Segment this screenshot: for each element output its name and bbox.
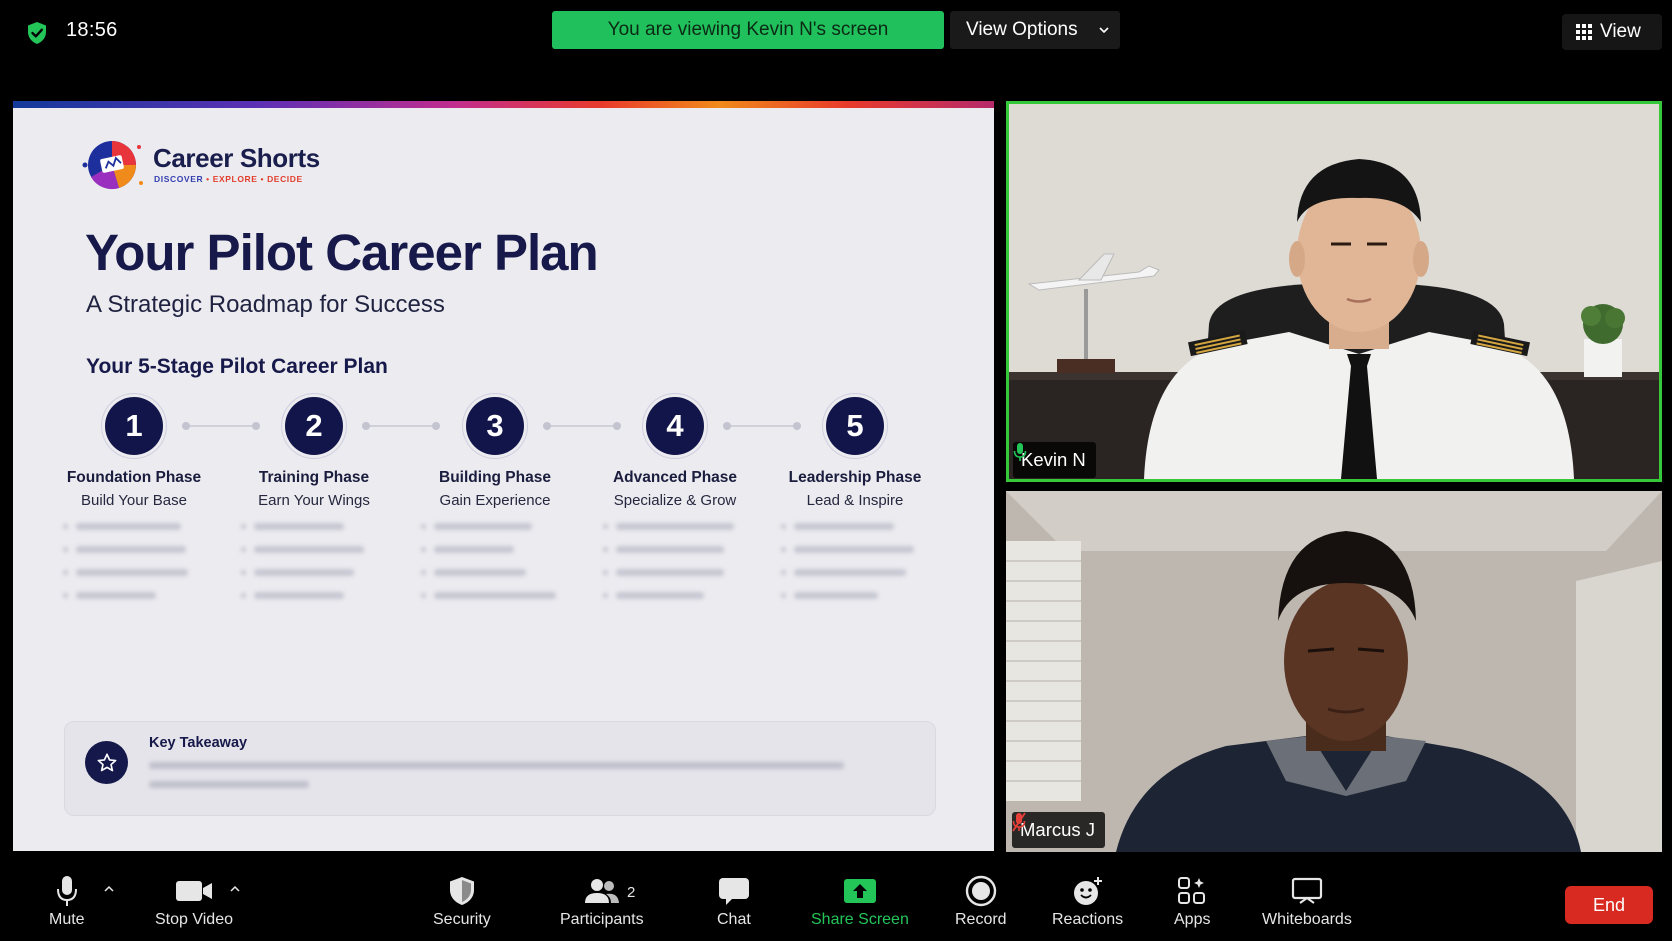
shared-screen-slide: Career Shorts DISCOVER • EXPLORE • DECID… [13,101,994,851]
record-button[interactable]: Record [955,874,1007,929]
meeting-controls-toolbar: Mute Stop Video Security Participants 2 … [0,858,1672,941]
stage-description: Specialize & Grow [613,492,737,509]
stop-video-label: Stop Video [155,911,233,928]
stage-number-badge: 4 [646,397,704,455]
brand-tagline: DISCOVER • EXPLORE • DECIDE [154,174,303,184]
stage-1: 1 Foundation Phase Build Your Base [39,397,229,509]
stage-number-badge: 5 [826,397,884,455]
microphone-icon [56,876,77,906]
stage-name: Building Phase [439,469,551,486]
blurred-stage-details [603,521,734,613]
chat-button[interactable]: Chat [717,874,751,929]
viewing-screen-banner: You are viewing Kevin N's screen [552,11,944,49]
mute-button[interactable]: Mute [49,874,85,929]
apps-button[interactable]: Apps [1174,874,1210,929]
end-meeting-button[interactable]: End [1565,886,1653,924]
video-tile-kevin[interactable]: Kevin N [1006,101,1662,482]
share-screen-button[interactable]: Share Screen [811,874,909,929]
record-icon [965,875,996,907]
stage-5: 5 Leadership Phase Lead & Inspire [760,397,950,509]
blurred-stage-details [781,521,914,613]
star-icon [85,741,128,784]
mute-label: Mute [49,911,85,928]
reactions-smiley-icon [1073,877,1102,905]
participants-label: Participants [560,911,644,928]
whiteboards-label: Whiteboards [1262,911,1352,928]
stage-3: 3 Building Phase Gain Experience [400,397,590,509]
encryption-shield-icon[interactable] [26,21,48,45]
stage-4: 4 Advanced Phase Specialize & Grow [580,397,770,509]
whiteboards-button[interactable]: Whiteboards [1262,874,1352,929]
marcus-video-feed [1006,491,1662,852]
stages-heading: Your 5-Stage Pilot Career Plan [86,355,388,378]
security-label: Security [433,911,491,928]
stage-name: Advanced Phase [612,469,738,486]
blurred-stage-details [63,521,188,613]
chat-bubble-icon [718,878,749,905]
key-takeaway-card: Key Takeaway [64,721,936,816]
security-button[interactable]: Security [433,874,491,929]
whiteboard-icon [1291,877,1323,904]
view-layout-label: View [1600,21,1641,42]
reactions-button[interactable]: Reactions [1052,874,1123,929]
apps-label: Apps [1174,911,1211,928]
chat-label: Chat [717,911,751,928]
chevron-down-icon [1099,27,1109,34]
meeting-timer: 18:56 [66,19,118,41]
slide-subtitle: A Strategic Roadmap for Success [86,291,445,318]
participant-name: Kevin N [1021,449,1086,470]
chevron-up-icon[interactable] [230,884,240,894]
stage-number-badge: 3 [466,397,524,455]
view-options-label: View Options [966,19,1078,40]
stage-name: Foundation Phase [66,469,202,486]
blurred-stage-details [241,521,364,613]
blurred-stage-details [421,521,556,613]
stage-number-badge: 1 [105,397,163,455]
kevin-video-feed [1009,104,1659,479]
reactions-label: Reactions [1052,911,1124,928]
blurred-takeaway-text [149,762,844,800]
brand-name: Career Shorts [153,143,320,173]
record-label: Record [955,911,1007,928]
stop-video-button[interactable]: Stop Video [155,874,233,929]
stage-description: Earn Your Wings [258,492,370,509]
participants-count: 2 [627,884,636,901]
video-camera-icon [176,881,212,901]
grid-view-icon [1576,24,1592,40]
view-layout-button[interactable]: View [1562,14,1662,50]
apps-icon [1178,877,1206,904]
chevron-up-icon[interactable] [104,884,114,894]
mic-on-icon [1013,443,1027,461]
mic-muted-icon [1012,812,1026,832]
career-shorts-logo [82,141,143,190]
participants-button[interactable]: Participants [560,874,644,929]
participants-icon [584,879,619,903]
stage-description: Lead & Inspire [806,492,904,509]
participant-name-tag: Kevin N [1013,442,1096,478]
meeting-top-bar: 18:56 You are viewing Kevin N's screen V… [0,0,1672,62]
share-screen-label: Share Screen [811,911,909,928]
stage-description: Gain Experience [439,492,551,509]
share-screen-icon [843,879,876,903]
stage-2: 2 Training Phase Earn Your Wings [219,397,409,509]
stage-description: Build Your Base [81,492,187,509]
view-options-button[interactable]: View Options [950,11,1120,49]
key-takeaway-title: Key Takeaway [149,735,248,751]
participant-name: Marcus J [1020,819,1096,840]
stage-number-badge: 2 [285,397,343,455]
slide-gradient-stripe [13,101,994,108]
stage-name: Leadership Phase [788,469,922,486]
participant-name-tag: Marcus J [1012,812,1106,848]
video-tile-marcus[interactable]: Marcus J [1006,491,1662,852]
slide-title: Your Pilot Career Plan [85,224,599,281]
stage-name: Training Phase [258,469,370,486]
security-shield-icon [449,877,474,905]
